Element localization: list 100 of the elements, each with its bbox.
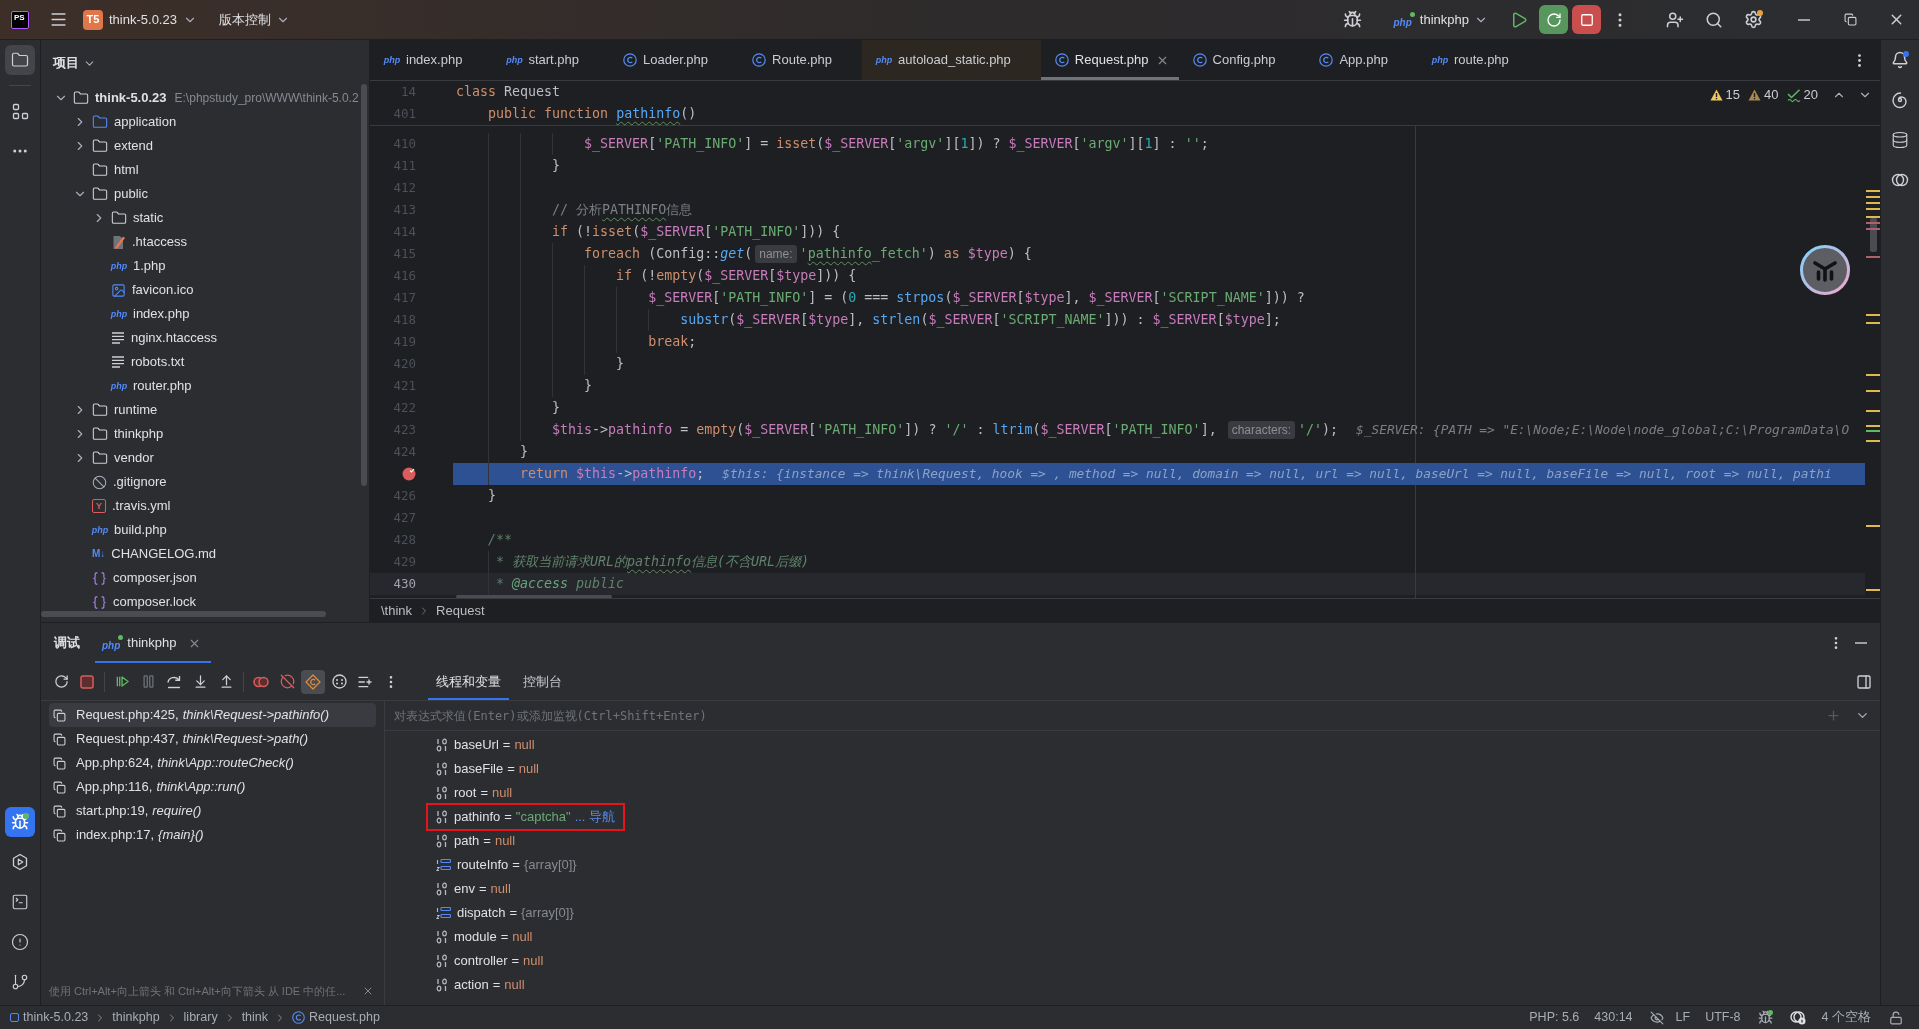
tree-item[interactable]: php router.php [41, 374, 369, 398]
stop-icon[interactable] [80, 674, 94, 689]
tree-item[interactable]: composer.json [41, 566, 369, 590]
vertical-scrollbar[interactable] [361, 84, 367, 486]
tree-item[interactable]: html [41, 158, 369, 182]
editor-tab[interactable]: Loader.php [609, 40, 739, 80]
dotted-circle-icon[interactable] [331, 674, 347, 689]
tree-item[interactable]: extend [41, 134, 369, 158]
slashed-circle-icon [279, 674, 295, 689]
hint-text: 使用 Ctrl+Alt+向上箭头 和 Ctrl+Alt+向下箭头 从 IDE 中的任... [49, 983, 346, 999]
breadcrumb-item[interactable]: think [241, 1008, 269, 1027]
slashed-eye-icon[interactable] [1649, 1010, 1664, 1025]
tree-item[interactable]: .gitignore [41, 470, 369, 494]
search-icon[interactable] [1705, 10, 1723, 29]
bug-icon[interactable] [1342, 10, 1362, 29]
tree-item[interactable]: .htaccess [41, 230, 369, 254]
tree-item[interactable]: php build.php [41, 518, 369, 542]
editor-tab[interactable]: Route.php [738, 40, 863, 80]
menu-icon[interactable] [49, 10, 68, 29]
view-tab[interactable]: 控制台 [515, 663, 570, 700]
stack-frame[interactable]: App.php:624, think\App::routeCheck() [49, 751, 376, 775]
stack-frame[interactable]: App.php:116, think\App::run() [49, 775, 376, 799]
settings-icon[interactable] [1744, 10, 1763, 29]
tree-item[interactable]: favicon.ico [41, 278, 369, 302]
problem-counter[interactable]: 15 [1709, 85, 1741, 105]
caret-position[interactable]: 430:14 [1594, 1008, 1633, 1027]
tree-item[interactable]: think-5.0.23 E:\phpstudy_pro\WWW\think-5.0.2 [41, 86, 369, 110]
tree-item[interactable]: vendor [41, 446, 369, 470]
app-logo: PS [11, 10, 29, 29]
open-lock-icon[interactable] [1889, 1010, 1903, 1025]
overlapping-circles-icon[interactable] [1891, 171, 1909, 189]
view-tab[interactable]: 线程和变量 [428, 663, 509, 700]
panel-title-dropdown[interactable]: 项目 [53, 53, 96, 73]
indent-setting[interactable]: 4 个空格 [1821, 1008, 1871, 1027]
tree-item[interactable]: php 1.php [41, 254, 369, 278]
variable-item[interactable]: pathinfo = "captcha" ... 导航 [426, 803, 626, 831]
breakpoint-icon[interactable] [402, 467, 416, 481]
layout-icon[interactable] [1856, 673, 1872, 690]
stack-frame[interactable]: Request.php:437, think\Request->path() [49, 727, 376, 751]
editor-tab[interactable]: App.php [1305, 40, 1418, 80]
breadcrumb-item[interactable]: Request.php [292, 1008, 380, 1027]
editor-tab[interactable]: Config.php [1178, 40, 1306, 80]
step-over-icon[interactable] [166, 674, 182, 689]
editor-tab[interactable]: php start.php [492, 40, 609, 80]
line-separator[interactable]: LF [1675, 1008, 1691, 1027]
stack-frame[interactable]: index.php:17, {main}() [49, 823, 376, 847]
project-selector[interactable]: T5 think-5.0.23 [79, 5, 201, 34]
exception-toggle[interactable] [301, 669, 325, 694]
navigate-link[interactable]: ... 导航 [574, 807, 616, 827]
tree-item[interactable]: runtime [41, 398, 369, 422]
breadcrumb-item[interactable]: \think [381, 600, 413, 621]
tree-item[interactable]: Y .travis.yml [41, 494, 369, 518]
php-file-icon: php [111, 379, 127, 393]
vcs-selector[interactable]: 版本控制 [214, 5, 294, 34]
editor-tab[interactable]: php index.php [370, 40, 493, 80]
pause-icon[interactable] [140, 674, 156, 689]
tree-item[interactable]: composer.lock [41, 590, 369, 614]
close-icon[interactable] [362, 985, 374, 997]
run-configuration[interactable]: php thinkphp [1389, 5, 1492, 34]
breakpoints-icon[interactable] [253, 675, 269, 688]
spiral-icon[interactable] [1891, 91, 1909, 109]
stop-button[interactable] [1572, 5, 1601, 34]
run-icon[interactable] [1510, 10, 1528, 29]
tree-item[interactable]: public [41, 182, 369, 206]
tree-item[interactable]: M↓ CHANGELOG.md [41, 542, 369, 566]
evaluate-field[interactable]: 对表达式求值(Enter)或添加监视(Ctrl+Shift+Enter) [385, 701, 1826, 730]
tree-item[interactable]: robots.txt [41, 350, 369, 374]
breadcrumb-item[interactable]: thinkphp [112, 1008, 160, 1027]
tree-item[interactable]: thinkphp [41, 422, 369, 446]
stack-frame[interactable]: start.php:19, require() [49, 799, 376, 823]
debug-tool-button[interactable] [5, 807, 35, 837]
branch-icon [11, 973, 29, 991]
session-tab[interactable]: php thinkphp [95, 623, 212, 663]
stack-frame[interactable]: Request.php:425, think\Request->pathinfo() [49, 703, 376, 727]
tree-item[interactable]: static [41, 206, 369, 230]
tree-item[interactable]: application [41, 110, 369, 134]
breadcrumb-item[interactable]: Request [436, 600, 485, 621]
tree-item[interactable]: php index.php [41, 302, 369, 326]
problem-counter[interactable]: 20 [1786, 85, 1818, 105]
project-tool-button[interactable] [5, 45, 35, 75]
bug-icon[interactable] [1757, 1010, 1773, 1025]
resume-icon[interactable] [114, 674, 130, 689]
file-encoding[interactable]: UTF-8 [1705, 1008, 1741, 1027]
assistant-avatar-icon[interactable] [1800, 245, 1850, 295]
problem-counter[interactable]: 40 [1748, 85, 1779, 105]
editor-tab[interactable]: php autoload_static.php [862, 40, 1041, 80]
rerun-icon[interactable] [53, 674, 69, 689]
editor-tab[interactable]: php route.php [1417, 40, 1539, 80]
add-user-icon[interactable] [1666, 10, 1684, 29]
php-level-selector[interactable]: PHP: 5.6 [1529, 1008, 1580, 1027]
horizontal-scrollbar[interactable] [41, 611, 326, 617]
editor-tab[interactable]: Request.php [1040, 40, 1179, 80]
circles-info-icon[interactable] [1789, 1010, 1806, 1025]
tree-item[interactable]: nginx.htaccess [41, 326, 369, 350]
debug-button[interactable] [1539, 5, 1568, 34]
breadcrumb-item[interactable]: library [183, 1008, 218, 1027]
notifications-icon[interactable] [1891, 51, 1909, 69]
database-icon[interactable] [1891, 131, 1909, 149]
breadcrumb-item[interactable]: think-5.0.23 [10, 1008, 89, 1027]
horizontal-scrollbar[interactable] [456, 595, 612, 598]
